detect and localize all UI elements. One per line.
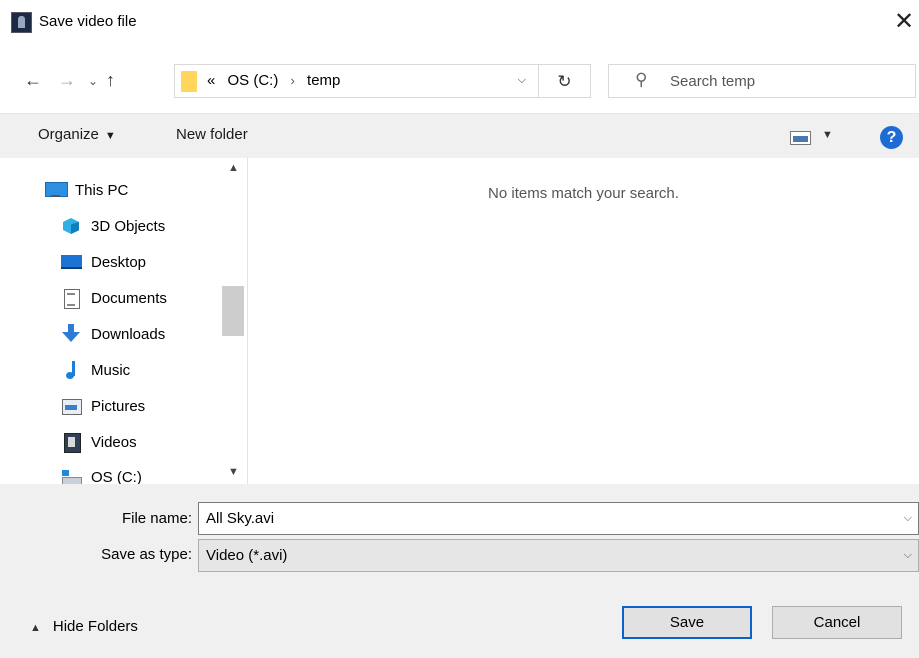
computer-icon: [45, 180, 68, 200]
new-folder-button[interactable]: New folder: [176, 126, 248, 143]
sidebar-item-downloads[interactable]: Downloads: [61, 316, 165, 352]
sidebar-item-pictures[interactable]: Pictures: [61, 388, 145, 424]
sidebar-item-label: 3D Objects: [91, 217, 166, 235]
navigation-pane-scrollbar[interactable]: ▲ ▼: [222, 158, 247, 484]
refresh-button[interactable]: ↻: [539, 64, 591, 98]
navigation-bar: ← → ⌄ ↑ « OS (C:) › temp ⌵ ↻ ⚲ Search te…: [0, 52, 919, 108]
breadcrumb-os-c[interactable]: OS (C:): [228, 72, 279, 89]
cube-icon: [61, 216, 82, 236]
save-form-panel: File name: ⌵ Save as type: Video (*.avi)…: [0, 484, 919, 658]
sidebar-item-desktop[interactable]: Desktop: [61, 244, 146, 280]
view-options-caret-icon[interactable]: ▼: [822, 129, 833, 141]
sidebar-item-label: Documents: [91, 289, 167, 307]
organize-button[interactable]: Organize ▼: [38, 126, 116, 143]
file-list-area[interactable]: No items match your search.: [248, 158, 919, 484]
file-name-label: File name:: [121, 510, 192, 527]
save-as-type-chevron-icon[interactable]: ⌵: [904, 549, 912, 562]
empty-message: No items match your search.: [488, 185, 679, 202]
refresh-icon: ↻: [557, 72, 572, 91]
breadcrumb-overflow[interactable]: «: [207, 72, 215, 89]
save-as-type-select[interactable]: Video (*.avi) ⌵: [198, 539, 919, 572]
organize-label: Organize: [38, 126, 99, 143]
help-icon[interactable]: ?: [880, 126, 903, 149]
file-name-dropdown-chevron-icon[interactable]: ⌵: [904, 512, 912, 525]
sidebar-item-label: Desktop: [91, 253, 147, 271]
breadcrumb-separator: ›: [290, 73, 295, 88]
scroll-down-chevron-icon[interactable]: ▼: [228, 466, 239, 478]
chevron-up-icon: ▲: [30, 622, 41, 634]
address-bar[interactable]: « OS (C:) › temp ⌵: [174, 64, 539, 98]
sidebar-item-label: Videos: [91, 433, 137, 451]
command-toolbar: Organize ▼ New folder ▼ ?: [0, 113, 919, 158]
sidebar-item-os-c[interactable]: OS (C:): [61, 459, 142, 484]
scrollbar-thumb[interactable]: [222, 286, 244, 336]
search-icon: ⚲: [635, 70, 648, 89]
sidebar-item-music[interactable]: Music: [61, 352, 130, 388]
search-box[interactable]: ⚲ Search temp: [608, 64, 916, 98]
up-arrow-icon[interactable]: ↑: [106, 70, 115, 91]
desktop-icon: [61, 252, 82, 272]
file-name-combobox[interactable]: ⌵: [198, 502, 919, 535]
search-input[interactable]: Search temp: [670, 73, 755, 90]
music-note-icon: [61, 360, 82, 380]
recent-locations-chevron-icon[interactable]: ⌄: [88, 74, 98, 88]
drive-icon: [61, 467, 82, 484]
save-as-type-value: Video (*.avi): [206, 547, 288, 564]
view-options-icon[interactable]: [790, 131, 811, 145]
forward-arrow-icon[interactable]: →: [58, 70, 76, 91]
sidebar-item-label: Downloads: [91, 325, 166, 343]
close-button[interactable]: ✕: [889, 6, 919, 38]
app-icon: [11, 12, 32, 33]
file-name-input[interactable]: [199, 503, 879, 534]
sidebar-item-videos[interactable]: Videos: [61, 424, 137, 460]
folder-icon: [181, 71, 197, 92]
document-icon: [61, 288, 82, 309]
cancel-button[interactable]: Cancel: [772, 606, 902, 639]
download-arrow-icon: [61, 324, 82, 344]
sidebar-item-documents[interactable]: Documents: [61, 280, 167, 316]
sidebar-item-label: Music: [91, 361, 131, 379]
address-dropdown-chevron-icon[interactable]: ⌵: [518, 74, 526, 87]
sidebar-item-label: Pictures: [91, 397, 146, 415]
picture-icon: [61, 396, 82, 416]
window-title: Save video file: [39, 13, 137, 30]
breadcrumb: « OS (C:) › temp: [207, 72, 340, 89]
hide-folders-label: Hide Folders: [52, 618, 138, 635]
film-icon: [61, 432, 82, 453]
save-button[interactable]: Save: [622, 606, 752, 639]
sidebar-item-3d-objects[interactable]: 3D Objects: [61, 208, 165, 244]
save-as-type-label: Save as type:: [101, 546, 192, 563]
caret-down-icon: ▼: [104, 130, 116, 142]
sidebar-item-label: This PC: [75, 181, 129, 199]
sidebar-item-label: OS (C:): [91, 468, 142, 485]
navigation-pane: This PC 3D Objects Desktop Documents Dow…: [0, 158, 247, 484]
scroll-up-chevron-icon[interactable]: ▲: [228, 162, 239, 174]
back-arrow-icon[interactable]: ←: [24, 70, 42, 91]
title-bar: Save video file ✕: [0, 0, 919, 52]
hide-folders-button[interactable]: ▲ Hide Folders: [30, 618, 138, 635]
sidebar-item-this-pc[interactable]: This PC: [45, 172, 128, 208]
breadcrumb-temp[interactable]: temp: [307, 72, 340, 89]
